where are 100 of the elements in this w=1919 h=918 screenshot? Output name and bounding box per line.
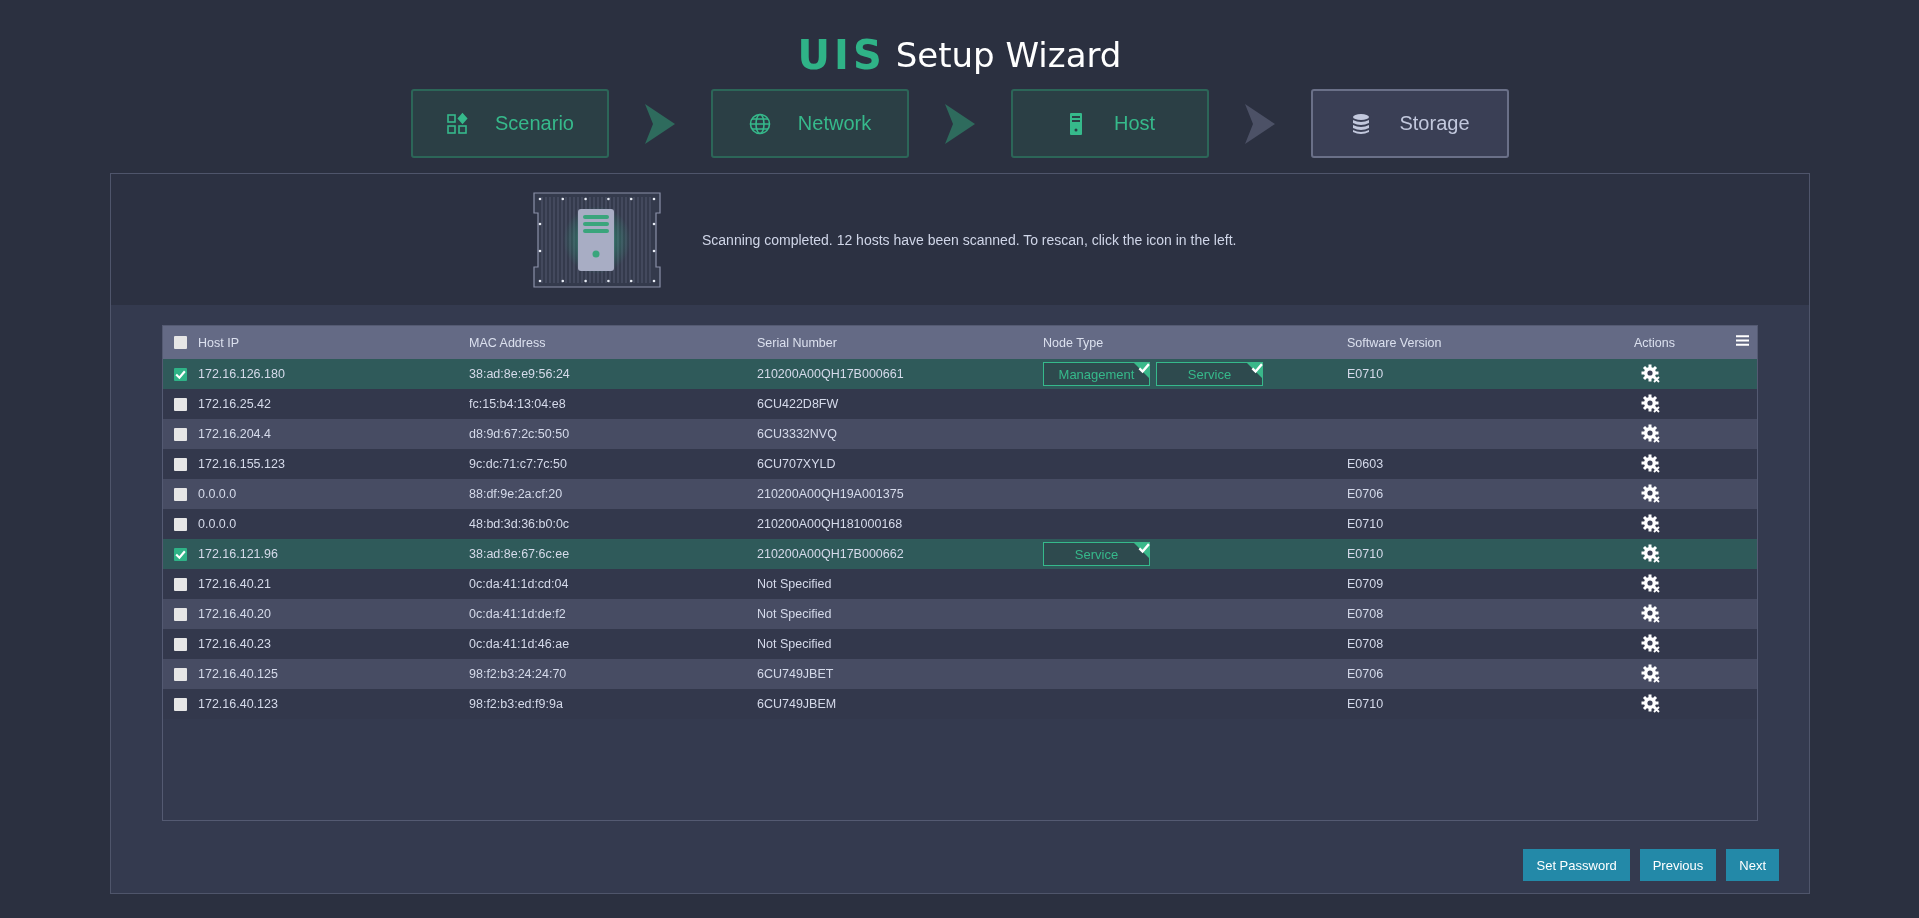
serial-number-cell: Not Specified <box>757 577 832 591</box>
mac-address-cell: 48:bd:3d:36:b0:0c <box>469 517 570 531</box>
table-row[interactable]: 172.16.126.180 38:ad:8e:e9:56:24 210200A00QH17B000661 Management Service E0710 <box>163 359 1757 389</box>
software-version-cell: E0710 <box>1347 697 1384 711</box>
checkmark-icon <box>1133 362 1150 379</box>
table-row[interactable]: 172.16.204.4 d8:9d:67:2c:50:50 6CU3332NVQ <box>163 419 1757 449</box>
column-header: Node Type <box>1043 335 1104 350</box>
serial-number-cell: 6CU749JBEM <box>757 697 837 711</box>
chevron-icon <box>944 103 975 144</box>
menu-icon[interactable] <box>1736 335 1749 346</box>
gear-settings-icon[interactable] <box>1641 394 1661 414</box>
serial-number-cell: 6CU3332NVQ <box>757 427 837 441</box>
wizard-step[interactable]: Host <box>1010 89 1209 158</box>
column-header: Software Version <box>1347 335 1442 350</box>
host-ip-cell: 172.16.40.123 <box>198 697 278 711</box>
software-version-cell: E0708 <box>1347 607 1384 621</box>
gear-settings-icon[interactable] <box>1641 604 1661 624</box>
row-checkbox[interactable] <box>174 547 187 561</box>
server-scan-drawing[interactable] <box>532 190 662 289</box>
host-ip-cell: 172.16.40.23 <box>198 637 271 651</box>
wizard-button[interactable]: Next <box>1726 849 1779 881</box>
column-header: Actions <box>1634 335 1675 350</box>
column-header: Serial Number <box>757 335 837 350</box>
software-version-cell: E0706 <box>1347 487 1384 501</box>
serial-number-cell: 6CU422D8FW <box>757 397 839 411</box>
wizard-button[interactable]: Previous <box>1639 849 1717 881</box>
host-ip-cell: 172.16.40.20 <box>198 607 271 621</box>
host-ip-cell: 172.16.40.125 <box>198 667 278 681</box>
mac-address-cell: 9c:dc:71:c7:7c:50 <box>469 457 567 471</box>
host-ip-cell: 0.0.0.0 <box>198 487 237 501</box>
wizard-step[interactable]: Storage <box>1310 89 1509 158</box>
software-version-cell: E0710 <box>1347 547 1384 561</box>
serial-number-cell: 210200A00QH17B000662 <box>757 547 904 561</box>
row-checkbox[interactable] <box>174 457 187 471</box>
mac-address-cell: fc:15:b4:13:04:e8 <box>469 397 566 411</box>
table-row[interactable]: 0.0.0.0 88:df:9e:2a:cf:20 210200A00QH19A001375 E0706 <box>163 479 1757 509</box>
serial-number-cell: Not Specified <box>757 637 832 651</box>
serial-number-cell: 210200A00QH17B000661 <box>757 367 904 381</box>
select-all-checkbox[interactable] <box>174 336 187 349</box>
mac-address-cell: 0c:da:41:1d:46:ae <box>469 637 570 651</box>
gear-settings-icon[interactable] <box>1641 634 1661 654</box>
row-checkbox[interactable] <box>174 427 187 441</box>
checkmark-icon <box>1133 542 1150 559</box>
gear-settings-icon[interactable] <box>1641 544 1661 564</box>
serial-number-cell: 6CU749JBET <box>757 667 834 681</box>
wizard-button[interactable]: Set Password <box>1523 849 1630 881</box>
row-checkbox[interactable] <box>174 367 187 381</box>
host-ip-cell: 172.16.25.42 <box>198 397 271 411</box>
globe-icon <box>747 111 772 136</box>
gear-settings-icon[interactable] <box>1641 424 1661 444</box>
serial-number-cell: 210200A00QH181000168 <box>757 517 903 531</box>
mac-address-cell: 38:ad:8e:67:6c:ee <box>469 547 570 561</box>
row-checkbox[interactable] <box>174 487 187 501</box>
row-checkbox[interactable] <box>174 397 187 411</box>
software-version-cell: E0710 <box>1347 367 1384 381</box>
software-version-cell: E0710 <box>1347 517 1384 531</box>
gear-settings-icon[interactable] <box>1641 454 1661 474</box>
chevron-icon <box>1244 103 1275 144</box>
table-row[interactable]: 172.16.40.125 98:f2:b3:24:24:70 6CU749JBET E0706 <box>163 659 1757 689</box>
gear-settings-icon[interactable] <box>1641 514 1661 534</box>
wizard-step[interactable]: Scenario <box>410 89 609 158</box>
column-header: Host IP <box>198 335 239 350</box>
host-ip-cell: 172.16.204.4 <box>198 427 271 441</box>
gear-settings-icon[interactable] <box>1641 574 1661 594</box>
row-checkbox[interactable] <box>174 517 187 531</box>
software-version-cell: E0709 <box>1347 577 1384 591</box>
software-version-cell: E0708 <box>1347 637 1384 651</box>
host-ip-cell: 0.0.0.0 <box>198 517 237 531</box>
gear-settings-icon[interactable] <box>1641 484 1661 504</box>
row-checkbox[interactable] <box>174 697 187 711</box>
checkmark-icon <box>1246 362 1263 379</box>
row-checkbox[interactable] <box>174 667 187 681</box>
logo: UIS <box>797 32 886 78</box>
software-version-cell: E0603 <box>1347 457 1384 471</box>
mac-address-cell: 38:ad:8e:e9:56:24 <box>469 367 570 381</box>
row-checkbox[interactable] <box>174 577 187 591</box>
mac-address-cell: 0c:da:41:1d:de:f2 <box>469 607 566 621</box>
gear-settings-icon[interactable] <box>1641 664 1661 684</box>
wizard-title: Setup Wizard <box>895 35 1122 75</box>
serial-number-cell: 6CU707XYLD <box>757 457 836 471</box>
mac-address-cell: 98:f2:b3:24:24:70 <box>469 667 567 681</box>
host-ip-cell: 172.16.121.96 <box>198 547 278 561</box>
node-type-tag[interactable]: Service <box>1043 542 1150 566</box>
table-row[interactable]: 172.16.121.96 38:ad:8e:67:6c:ee 210200A00QH17B000662 Service E0710 <box>163 539 1757 569</box>
gear-settings-icon[interactable] <box>1641 694 1661 714</box>
wizard-step[interactable]: Network <box>710 89 909 158</box>
apps-icon <box>445 111 470 136</box>
node-type-tag[interactable]: Management <box>1043 362 1150 386</box>
mac-address-cell: 0c:da:41:1d:cd:04 <box>469 577 569 591</box>
host-ip-cell: 172.16.40.21 <box>198 577 271 591</box>
scan-status-message: Scanning completed. 12 hosts have been scanned. To rescan, click the icon in the left. <box>702 231 1237 248</box>
row-checkbox[interactable] <box>174 607 187 621</box>
serial-number-cell: 210200A00QH19A001375 <box>757 487 904 501</box>
table-row[interactable]: 172.16.40.20 0c:da:41:1d:de:f2 Not Specified E0708 <box>163 599 1757 629</box>
host-ip-cell: 172.16.155.123 <box>198 457 285 471</box>
gear-settings-icon[interactable] <box>1641 364 1661 384</box>
mac-address-cell: 98:f2:b3:ed:f9:9a <box>469 697 563 711</box>
node-type-tag[interactable]: Service <box>1156 362 1263 386</box>
row-checkbox[interactable] <box>174 637 187 651</box>
chevron-icon <box>644 103 675 144</box>
